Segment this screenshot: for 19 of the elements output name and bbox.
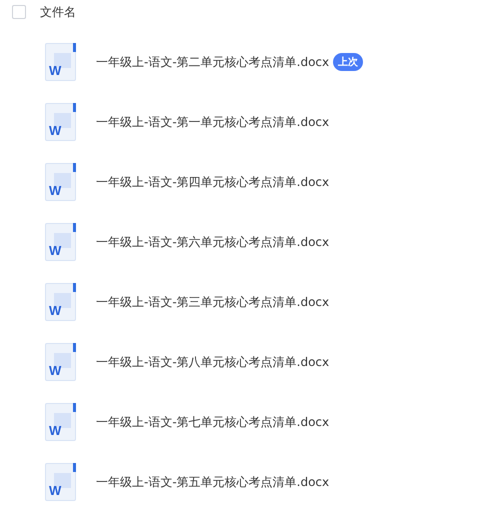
file-name[interactable]: 一年级上-语文-第二单元核心考点清单.docx [96,54,330,70]
checkbox[interactable] [12,5,26,19]
document-icon: W [45,43,76,81]
file-name[interactable]: 一年级上-语文-第四单元核心考点清单.docx [96,174,330,190]
file-name[interactable]: 一年级上-语文-第八单元核心考点清单.docx [96,354,330,370]
document-icon: W [45,343,76,381]
document-icon: W [45,103,76,141]
file-name[interactable]: 一年级上-语文-第一单元核心考点清单.docx [96,114,330,130]
file-name[interactable]: 一年级上-语文-第六单元核心考点清单.docx [96,234,330,250]
document-icon: W [45,163,76,201]
file-name[interactable]: 一年级上-语文-第七单元核心考点清单.docx [96,414,330,430]
badge: 上次 [333,53,364,71]
file-name[interactable]: 一年级上-语文-第三单元核心考点清单.docx [96,294,330,310]
file-name[interactable]: 一年级上-语文-第五单元核心考点清单.docx [96,474,330,490]
document-icon: W [45,283,76,321]
document-icon: W [45,223,76,261]
document-icon: W [45,463,76,501]
column-header: 文件名 [40,4,76,20]
document-icon: W [45,403,76,441]
